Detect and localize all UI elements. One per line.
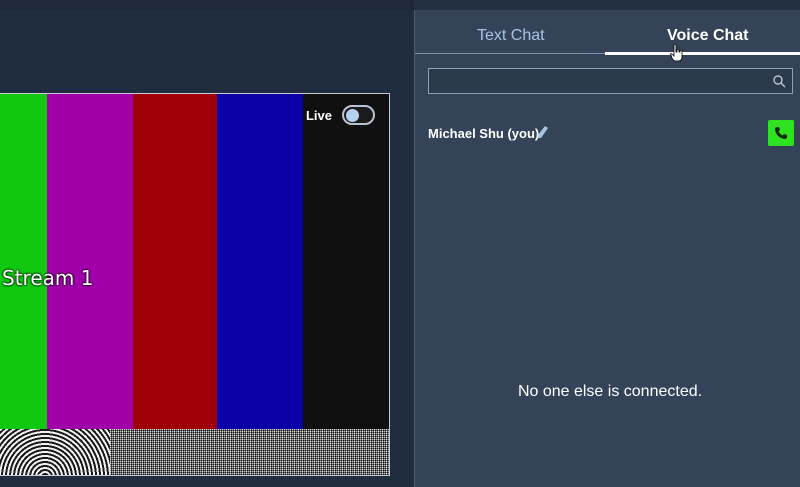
search-icon[interactable] (772, 74, 786, 88)
test-pattern-noise-overlay (110, 429, 389, 475)
live-toggle-knob (346, 109, 359, 122)
search-input[interactable] (429, 69, 792, 93)
empty-voice-message: No one else is connected. (517, 383, 703, 400)
color-bar-magenta (47, 94, 133, 429)
live-toggle[interactable] (342, 105, 375, 125)
phone-icon (775, 127, 787, 139)
pencil-icon[interactable] (537, 125, 549, 139)
color-bar-black (303, 94, 389, 429)
user-search (428, 68, 793, 94)
chat-tabs: Text Chat Voice Chat (415, 10, 800, 62)
stream-area: Stream 1 Live (0, 0, 414, 487)
color-bar-red (133, 94, 217, 429)
top-strip (0, 0, 414, 10)
stream-preview: Stream 1 Live (0, 93, 390, 476)
active-tab-indicator (605, 52, 800, 55)
color-bar-blue (217, 94, 303, 429)
live-control: Live (306, 105, 375, 125)
live-label: Live (305, 107, 332, 123)
hand-cursor-icon (670, 44, 683, 62)
stream-title: Stream 1 (2, 266, 94, 290)
tab-text-chat[interactable]: Text Chat (477, 27, 545, 53)
call-button[interactable] (768, 120, 794, 146)
current-user-name: Michael Shu (you) (428, 126, 540, 141)
chat-panel: Text Chat Voice Chat Michael Shu (you) N… (414, 10, 800, 487)
voice-user-row: Michael Shu (you) (428, 120, 794, 146)
color-bar-green (0, 94, 47, 429)
